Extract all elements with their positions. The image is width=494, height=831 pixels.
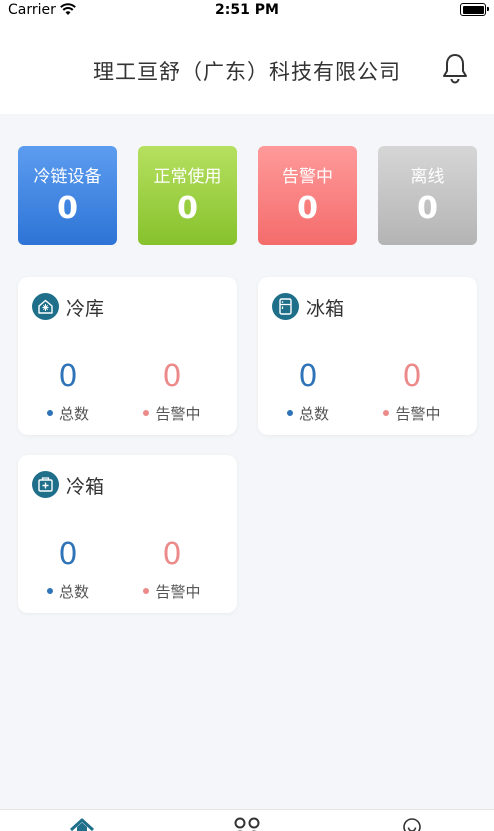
panel-title: 冷箱	[66, 476, 105, 498]
total-legend: 总数	[18, 581, 118, 602]
panel-cold-storage[interactable]: 冷库 0 0 总数 告警中	[18, 277, 237, 435]
stat-card-alarm[interactable]: 告警中 0	[258, 146, 357, 245]
stat-value: 0	[297, 191, 318, 226]
total-count: 0	[298, 359, 318, 394]
stat-value: 0	[57, 191, 78, 226]
app-header: 理工亘舒（广东）科技有限公司	[0, 22, 494, 114]
legend-dot	[46, 587, 53, 594]
cold-box-icon	[32, 471, 59, 498]
total-legend: 总数	[18, 403, 118, 424]
stat-value: 0	[417, 191, 438, 226]
total-label: 总数	[58, 405, 89, 423]
stat-label: 离线	[410, 167, 445, 187]
legend-dot	[383, 409, 390, 416]
panel-cold-box[interactable]: 冷箱 0 0 总数 告警中	[18, 455, 237, 613]
status-time: 2:51 PM	[215, 2, 279, 18]
battery-icon	[460, 3, 489, 16]
panel-title: 冰箱	[306, 298, 345, 320]
stat-label: 正常使用	[153, 167, 222, 187]
legend-dot	[286, 409, 293, 416]
panel-title: 冷库	[66, 298, 105, 320]
total-label: 总数	[298, 405, 329, 423]
legend-dot	[143, 409, 150, 416]
user-icon[interactable]	[402, 816, 422, 831]
apps-icon[interactable]	[232, 816, 262, 831]
home-icon[interactable]	[68, 816, 96, 831]
alarm-count: 0	[162, 537, 182, 572]
legend-dot	[46, 409, 53, 416]
total-count: 0	[58, 359, 78, 394]
cold-storage-icon	[32, 293, 59, 320]
stat-card-offline[interactable]: 离线 0	[378, 146, 477, 245]
stat-card-devices[interactable]: 冷链设备 0	[18, 146, 117, 245]
alarm-legend: 告警中	[362, 403, 462, 424]
total-legend: 总数	[258, 403, 358, 424]
alarm-label: 告警中	[155, 583, 201, 601]
stat-value: 0	[177, 191, 198, 226]
stat-card-normal[interactable]: 正常使用 0	[138, 146, 237, 245]
stat-label: 告警中	[282, 167, 333, 187]
alarm-legend: 告警中	[122, 403, 222, 424]
alarm-legend: 告警中	[122, 581, 222, 602]
alarm-count: 0	[162, 359, 182, 394]
legend-dot	[143, 587, 150, 594]
company-title: 理工亘舒（广东）科技有限公司	[93, 60, 401, 84]
fridge-icon	[272, 293, 299, 320]
bottom-tab-bar	[0, 809, 494, 831]
alarm-count: 0	[402, 359, 422, 394]
stat-label: 冷链设备	[33, 167, 102, 187]
alarm-label: 告警中	[395, 405, 441, 423]
alarm-label: 告警中	[155, 405, 201, 423]
total-label: 总数	[58, 583, 89, 601]
status-bar: Carrier 2:51 PM	[0, 0, 494, 22]
panel-fridge[interactable]: 冰箱 0 0 总数 告警中	[258, 277, 477, 435]
total-count: 0	[58, 537, 78, 572]
bell-icon[interactable]	[440, 52, 470, 84]
